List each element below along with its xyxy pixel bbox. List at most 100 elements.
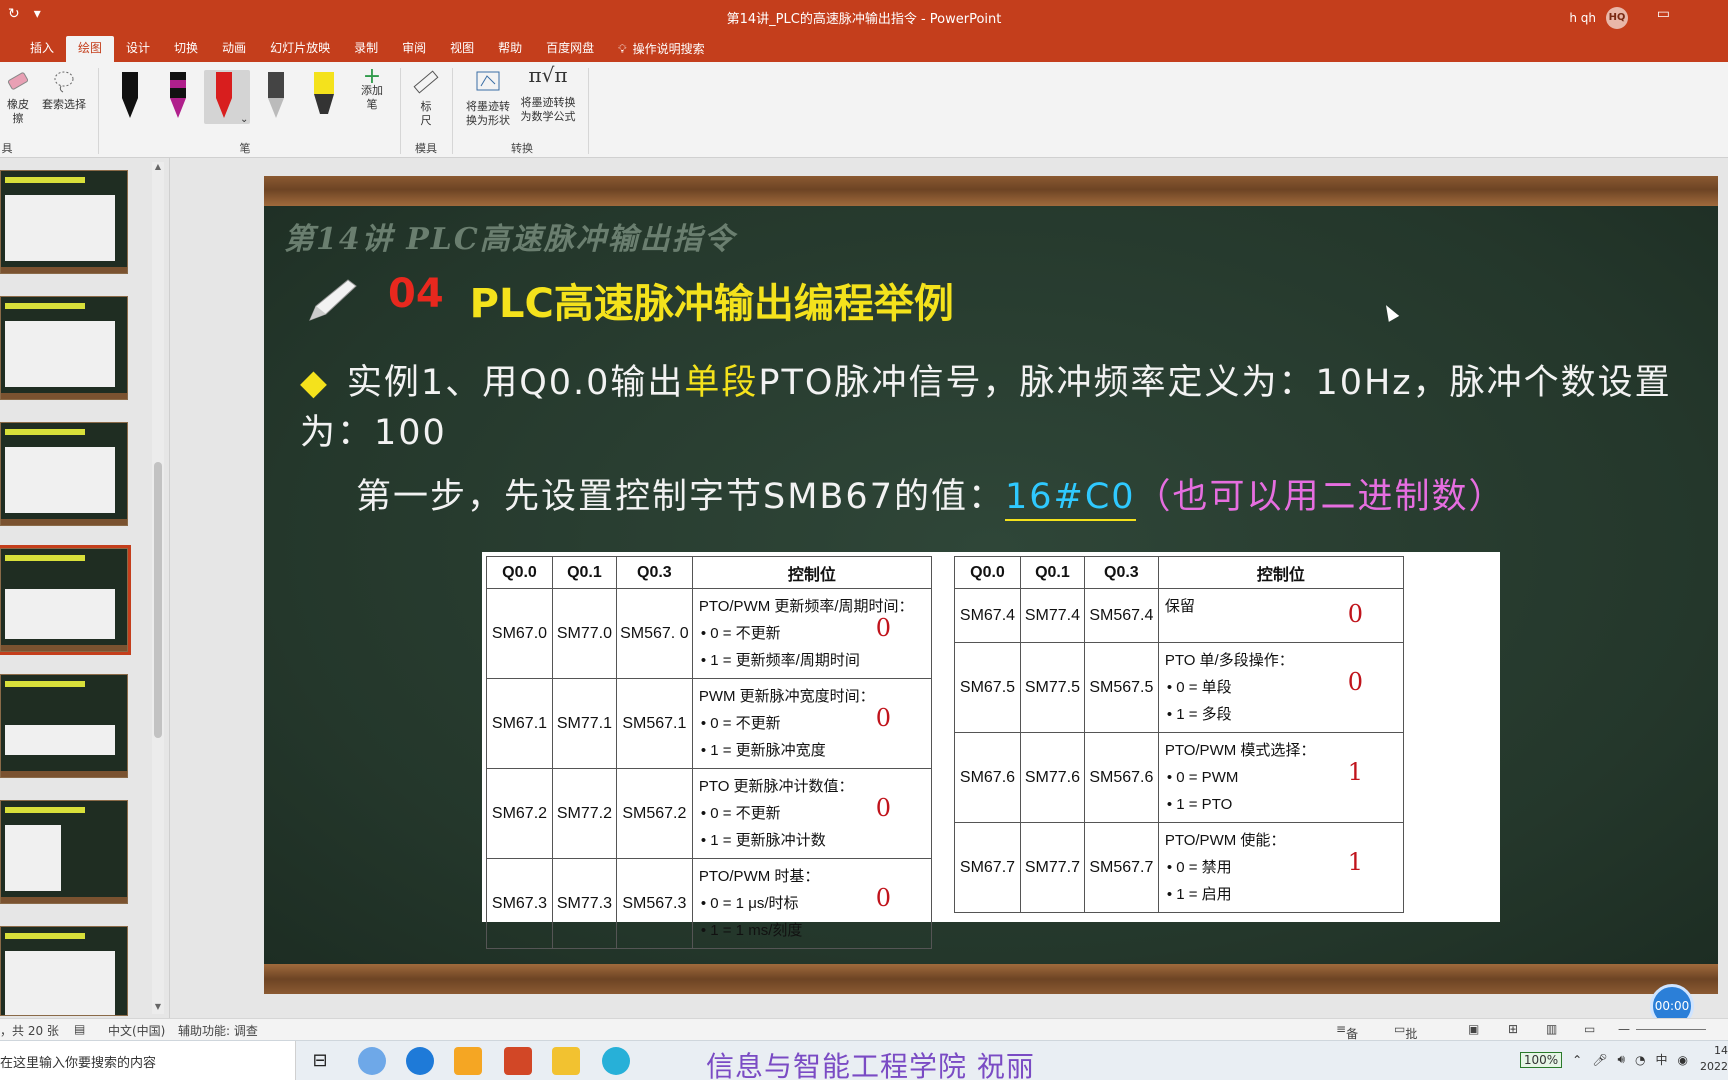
slide-thumbnail[interactable] (0, 674, 128, 778)
tab-7[interactable]: 审阅 (390, 36, 438, 62)
institution-banner: 信息与智能工程学院 祝丽 (706, 1050, 1035, 1080)
pens-group-label: 笔 (239, 142, 251, 155)
volume-icon[interactable]: 🔊︎ (1617, 1052, 1625, 1067)
ink-to-math-button[interactable]: π√π 将墨迹转换 为数学公式 (516, 65, 580, 124)
powerpoint-icon[interactable] (504, 1047, 532, 1075)
lightbulb-icon: 💡︎ (618, 42, 627, 56)
option-line: 1 = 更新频率/周期时间 (699, 647, 925, 674)
tab-0[interactable]: 插入 (18, 36, 66, 62)
sm-address-cell: SM77.6 (1019, 732, 1085, 823)
slide-thumbnail[interactable] (0, 800, 128, 904)
example-highlight: 单段 (684, 363, 759, 403)
reading-view-icon[interactable]: ▥ (1546, 1022, 1557, 1036)
eraser-button[interactable]: 橡皮 擦 (2, 68, 34, 126)
section-title-text: PLC高速脉冲输出编程举例 (469, 281, 954, 327)
ruler-label-2: 尺 (420, 114, 432, 127)
slide-thumbnail[interactable] (0, 170, 128, 274)
slide-thumbnail[interactable] (0, 296, 128, 400)
slide-sorter-icon[interactable]: ⊞ (1508, 1022, 1518, 1036)
slide-canvas[interactable]: 第14讲 PLC高速脉冲输出指令 04 PLC高速脉冲输出编程举例 ◆ 实例1、用… (264, 176, 1718, 994)
tab-8[interactable]: 视图 (438, 36, 486, 62)
handwritten-bit-value: 0 (1347, 668, 1363, 696)
taskbar-search-box[interactable]: 在这里输入你要搜索的内容 (0, 1041, 296, 1080)
slide-thumbnail[interactable] (0, 926, 128, 1016)
accessibility[interactable]: 辅助功能: 调查 (178, 1022, 258, 1039)
tab-6[interactable]: 录制 (342, 36, 390, 62)
scroll-thumb[interactable] (154, 462, 162, 738)
pen-purple[interactable] (158, 70, 198, 124)
highlighter-yellow[interactable] (304, 70, 344, 124)
add-pen-button[interactable]: + 添加 笔 (352, 64, 392, 112)
sm-address-cell: SM77.0 (551, 588, 617, 679)
microphone-icon[interactable]: 🎤︎ (1592, 1053, 1607, 1067)
app-icon-1[interactable] (358, 1047, 386, 1075)
pen-black[interactable] (110, 70, 150, 124)
handwritten-bit-value: 0 (875, 704, 891, 732)
ruler-label: 标 (420, 100, 432, 113)
lasso-label: 套索选择 (42, 98, 86, 111)
ruler-button[interactable]: 标 尺 (408, 68, 444, 128)
zoom-out-icon[interactable]: — (1618, 1022, 1630, 1036)
step-note: （也可以用二进制数） (1135, 477, 1506, 517)
normal-view-icon[interactable]: ▣ (1468, 1022, 1479, 1036)
control-bit-cell: PTO/PWM 使能：0 = 禁用1 = 启用1 (1157, 822, 1405, 913)
tell-me-label: 操作说明搜索 (632, 42, 705, 56)
tab-10[interactable]: 百度网盘 (534, 36, 606, 62)
edge-browser-icon[interactable] (406, 1047, 434, 1075)
slide-thumbnail[interactable] (0, 422, 128, 526)
pencil-gray[interactable] (256, 70, 296, 124)
tab-1[interactable]: 绘图 (66, 36, 115, 62)
tab-4[interactable]: 动画 (210, 36, 258, 62)
battery-indicator[interactable]: 100% (1519, 1051, 1563, 1068)
handwritten-bit-value: 0 (1347, 600, 1363, 628)
thumb-title (5, 933, 85, 939)
scroll-down-icon[interactable]: ▼ (152, 1002, 164, 1014)
tab-9[interactable]: 帮助 (486, 36, 534, 62)
thumb-table (5, 321, 115, 387)
app-tray-icon[interactable]: ◉ (1678, 1053, 1688, 1067)
task-view-icon[interactable]: ⊟ (306, 1047, 334, 1075)
zoom-slider[interactable] (1636, 1029, 1706, 1030)
tab-5[interactable]: 幻灯片放映 (258, 36, 342, 62)
account[interactable]: h qh HQ (1569, 7, 1628, 29)
thumb-table (5, 195, 115, 261)
comments-button[interactable]: ▭ 批注 (1394, 1022, 1417, 1058)
wps-icon[interactable] (454, 1047, 482, 1075)
table-header-row: Q0.0 Q0.1 Q0.3 控制位 (486, 556, 933, 589)
avatar[interactable]: HQ (1606, 7, 1628, 29)
eraser-label: 橡皮 (7, 98, 29, 111)
ribbon-tabs: 插入 绘图 设计 切换 动画 幻灯片放映 录制 审阅 视图 帮助 百度网盘 💡︎ 操作说明搜索 (0, 32, 1728, 62)
eraser-label-2: 擦 (12, 112, 24, 125)
scroll-up-icon[interactable]: ▲ (152, 162, 164, 174)
language[interactable]: 中文(中国) (108, 1022, 165, 1039)
ink-to-math-label-2: 为数学公式 (520, 110, 576, 123)
control-bit-title: PTO 更新脉冲计数值： (698, 778, 854, 795)
slideshow-icon[interactable]: ▭ (1584, 1022, 1595, 1036)
pen-red-selected[interactable]: ⌄ (204, 70, 250, 125)
spellcheck-icon[interactable]: ▤ (74, 1022, 85, 1036)
sm-address-cell: SM67.0 (486, 588, 553, 679)
system-clock[interactable]: 14 2022 (1700, 1043, 1728, 1075)
tab-2[interactable]: 设计 (114, 36, 162, 62)
ink-to-shape-button[interactable]: 将墨迹转 换为形状 (460, 68, 516, 128)
file-explorer-icon[interactable] (552, 1047, 580, 1075)
chevron-up-icon[interactable]: ⌃ (1572, 1053, 1582, 1067)
control-bit-cell: 保留 0 (1157, 588, 1405, 643)
tell-me-search[interactable]: 💡︎ 操作说明搜索 (606, 36, 716, 62)
ribbon-display-options-icon[interactable]: ▭ (1657, 6, 1670, 22)
column-header: 控制位 (691, 556, 933, 589)
browser-icon[interactable] (602, 1047, 630, 1075)
wifi-icon[interactable]: ◔ (1635, 1053, 1645, 1067)
column-header: Q0.1 (551, 556, 617, 589)
ime-indicator[interactable]: 中 (1656, 1051, 1668, 1068)
add-icon: + (362, 64, 382, 89)
lasso-select-button[interactable]: 套索选择 (38, 68, 90, 112)
slide-thumbnail-current[interactable] (0, 545, 131, 655)
thumbnail-scrollbar[interactable]: ▲ ▼ (152, 162, 164, 1014)
column-header: Q0.3 (1083, 556, 1159, 589)
control-bit-title: PWM 更新脉冲宽度时间： (698, 688, 875, 705)
slide-count: ，共 20 张 (0, 1024, 59, 1038)
tab-3[interactable]: 切换 (162, 36, 210, 62)
add-pen-label: 添加 (361, 84, 383, 97)
notes-button[interactable]: ≡ 备注 (1336, 1022, 1358, 1058)
